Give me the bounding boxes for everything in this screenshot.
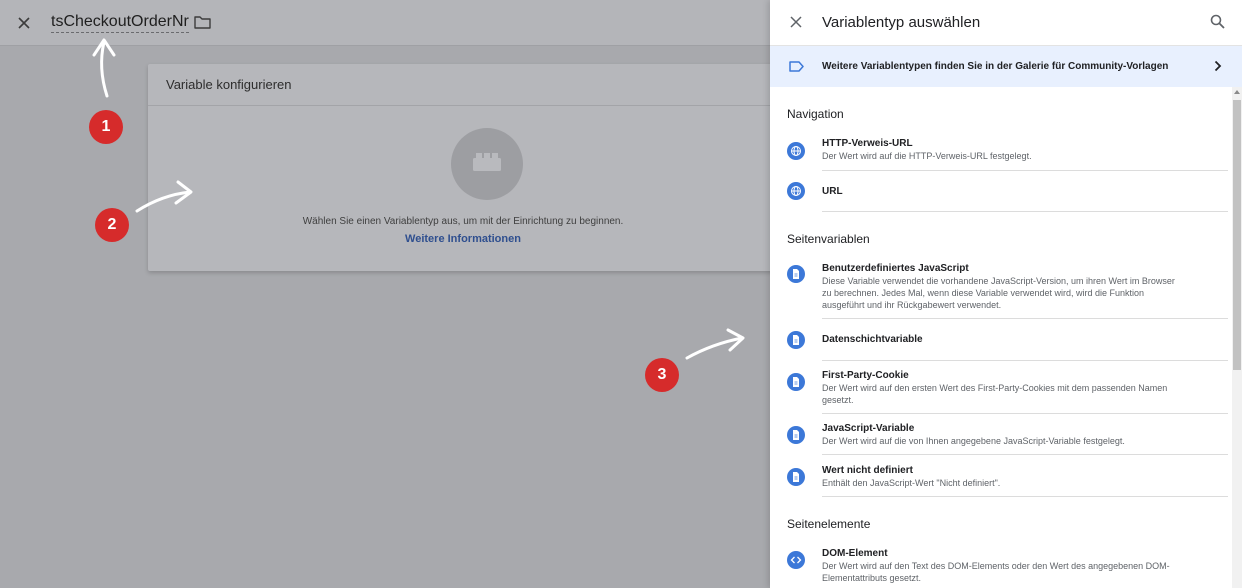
code-icon [787, 551, 805, 569]
section-navigation-title: Navigation [787, 107, 844, 121]
item-name: HTTP-Verweis-URL [822, 138, 913, 149]
item-divider [822, 360, 1228, 361]
item-name: URL [822, 186, 843, 197]
annotation-arrow-2 [135, 190, 192, 213]
item-name: JavaScript-Variable [822, 423, 915, 434]
item-name: Benutzerdefiniertes JavaScript [822, 263, 969, 274]
item-description: Der Wert wird auf die von Ihnen angegebe… [822, 436, 1125, 446]
annotation-arrow-3-head [726, 328, 745, 352]
drawer-title: Variablentyp auswählen [822, 14, 981, 31]
annotation-arrows [92, 38, 744, 360]
annotation-arrow-1 [100, 40, 109, 98]
document-icon [787, 373, 805, 391]
item-name: DOM-Element [822, 548, 888, 559]
item-divider [822, 170, 1228, 171]
item-divider [822, 496, 1228, 497]
document-icon [787, 265, 805, 283]
item-divider [822, 454, 1228, 455]
drawer-header: Variablentyp auswählen [770, 0, 1242, 46]
close-icon[interactable] [790, 16, 802, 28]
label-tag-icon [789, 61, 804, 72]
annotation-badge-3: 3 [645, 358, 679, 392]
item-name: First-Party-Cookie [822, 370, 909, 381]
section-page-elements-title: Seitenelemente [787, 517, 871, 531]
document-icon [787, 426, 805, 444]
item-description: Diese Variable verwendet die vorhandene … [822, 276, 1175, 310]
item-description: Der Wert wird auf die HTTP-Verweis-URL f… [822, 151, 1032, 161]
item-name: Wert nicht definiert [822, 465, 913, 476]
section-page-variables-title: Seitenvariablen [787, 232, 870, 246]
item-description: Der Wert wird auf den Text des DOM-Eleme… [822, 561, 1170, 583]
item-name: Datenschichtvariable [822, 334, 923, 345]
scrollbar-thumb[interactable] [1233, 100, 1241, 370]
gallery-banner-text: Weitere Variablentypen finden Sie in der… [822, 61, 1169, 72]
annotation-badge-2: 2 [95, 208, 129, 242]
chevron-right-icon [1214, 60, 1222, 72]
item-divider [822, 211, 1228, 212]
document-icon [787, 468, 805, 486]
globe-icon [787, 182, 805, 200]
item-description: Enthält den JavaScript-Wert "Nicht defin… [822, 478, 1001, 488]
search-icon[interactable] [1210, 14, 1225, 29]
annotation-badge-1: 1 [89, 110, 123, 144]
item-divider [822, 318, 1228, 319]
item-divider [822, 413, 1228, 414]
variable-type-drawer: Variablentyp auswählen Weitere Variablen… [770, 0, 1242, 588]
item-description: Der Wert wird auf den ersten Wert des Fi… [822, 383, 1168, 405]
community-gallery-banner[interactable]: Weitere Variablentypen finden Sie in der… [770, 46, 1242, 87]
scroll-up-arrow-icon[interactable] [1234, 90, 1240, 94]
globe-icon [787, 142, 805, 160]
document-icon [787, 331, 805, 349]
